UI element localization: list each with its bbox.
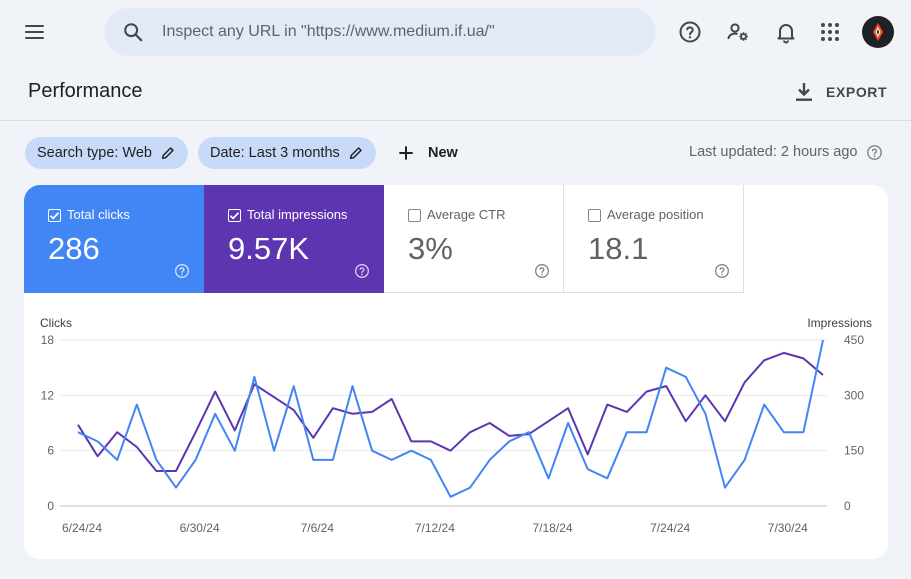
metric-value: 9.57K bbox=[228, 231, 310, 266]
metric-value: 3% bbox=[408, 231, 453, 266]
check-icon bbox=[49, 212, 60, 220]
top-bar bbox=[0, 0, 911, 64]
average-ctr-checkbox[interactable] bbox=[408, 209, 421, 222]
export-label: EXPORT bbox=[826, 84, 888, 100]
download-icon bbox=[796, 83, 812, 101]
right-axis-tick-label: 150 bbox=[844, 444, 864, 458]
x-axis-tick-label: 7/12/24 bbox=[415, 521, 455, 535]
search-input[interactable] bbox=[162, 8, 642, 56]
x-axis-tick-label: 6/30/24 bbox=[180, 521, 220, 535]
metric-value: 18.1 bbox=[588, 231, 649, 266]
new-filter-button[interactable]: New bbox=[396, 140, 458, 166]
search-type-filter-chip[interactable]: Search type: Web bbox=[25, 137, 188, 169]
edit-icon bbox=[161, 147, 174, 160]
help-icon[interactable] bbox=[174, 263, 190, 279]
search-icon bbox=[124, 23, 143, 42]
performance-chart-svg: 0 6 12 18 0 150 300 450 Clicks Impressions 6/24/24… bbox=[40, 316, 872, 535]
help-icon[interactable] bbox=[354, 263, 370, 279]
metric-value: 286 bbox=[48, 231, 100, 266]
help-icon[interactable] bbox=[866, 144, 883, 161]
series-line-clicks bbox=[77, 339, 824, 498]
date-filter-label: Date: Last 3 months bbox=[210, 145, 340, 161]
performance-card: Total clicks 286 Total impressions 9.57K… bbox=[24, 185, 888, 559]
search-type-label: Search type: Web bbox=[37, 145, 152, 161]
left-axis-tick-label: 12 bbox=[41, 388, 55, 402]
metric-label: Total impressions bbox=[247, 207, 348, 222]
notifications-icon[interactable] bbox=[774, 20, 798, 44]
help-icon[interactable] bbox=[534, 263, 550, 279]
left-axis-title: Clicks bbox=[40, 316, 72, 330]
avatar[interactable] bbox=[862, 16, 894, 48]
total-clicks-checkbox[interactable] bbox=[48, 209, 61, 222]
metric-average-ctr[interactable]: Average CTR 3% bbox=[384, 185, 564, 293]
right-axis-tick-label: 450 bbox=[844, 333, 864, 347]
url-inspection-search[interactable] bbox=[104, 8, 656, 56]
x-axis-tick-label: 7/24/24 bbox=[650, 521, 690, 535]
series-line-impressions bbox=[77, 351, 824, 472]
menu-icon[interactable] bbox=[22, 20, 48, 44]
performance-chart: 0 6 12 18 0 150 300 450 Clicks Impressions 6/24/24… bbox=[24, 293, 888, 559]
right-axis-tick-label: 300 bbox=[844, 388, 864, 402]
left-axis-tick-label: 18 bbox=[41, 333, 55, 347]
x-axis-tick-label: 7/30/24 bbox=[768, 521, 808, 535]
avatar-logo-icon bbox=[873, 23, 883, 41]
right-axis-tick-label: 0 bbox=[844, 499, 851, 513]
date-filter-chip[interactable]: Date: Last 3 months bbox=[198, 137, 376, 169]
x-axis-tick-label: 6/24/24 bbox=[62, 521, 102, 535]
metric-total-clicks[interactable]: Total clicks 286 bbox=[24, 185, 204, 293]
help-icon[interactable] bbox=[714, 263, 730, 279]
new-filter-label: New bbox=[428, 145, 458, 161]
metric-total-impressions[interactable]: Total impressions 9.57K bbox=[204, 185, 384, 293]
total-impressions-checkbox[interactable] bbox=[228, 209, 241, 222]
export-button[interactable]: EXPORT bbox=[792, 80, 887, 104]
x-axis-tick-label: 7/18/24 bbox=[533, 521, 573, 535]
check-icon bbox=[229, 212, 240, 220]
metric-average-position[interactable]: Average position 18.1 bbox=[564, 185, 744, 293]
left-axis-tick-label: 0 bbox=[47, 499, 54, 513]
metric-label: Average CTR bbox=[427, 207, 506, 222]
metric-label: Average position bbox=[607, 207, 704, 222]
x-axis-tick-label: 7/6/24 bbox=[301, 521, 335, 535]
right-axis-title: Impressions bbox=[807, 316, 872, 330]
help-icon[interactable] bbox=[678, 20, 702, 44]
left-axis-tick-label: 6 bbox=[47, 444, 54, 458]
manage-users-icon[interactable] bbox=[726, 20, 750, 44]
edit-icon bbox=[349, 147, 362, 160]
average-position-checkbox[interactable] bbox=[588, 209, 601, 222]
apps-icon[interactable] bbox=[818, 20, 842, 44]
metric-label: Total clicks bbox=[67, 207, 130, 222]
header-divider bbox=[0, 120, 911, 121]
last-updated-text: Last updated: 2 hours ago bbox=[689, 144, 858, 160]
page-title: Performance bbox=[28, 80, 143, 102]
add-icon bbox=[399, 146, 413, 160]
